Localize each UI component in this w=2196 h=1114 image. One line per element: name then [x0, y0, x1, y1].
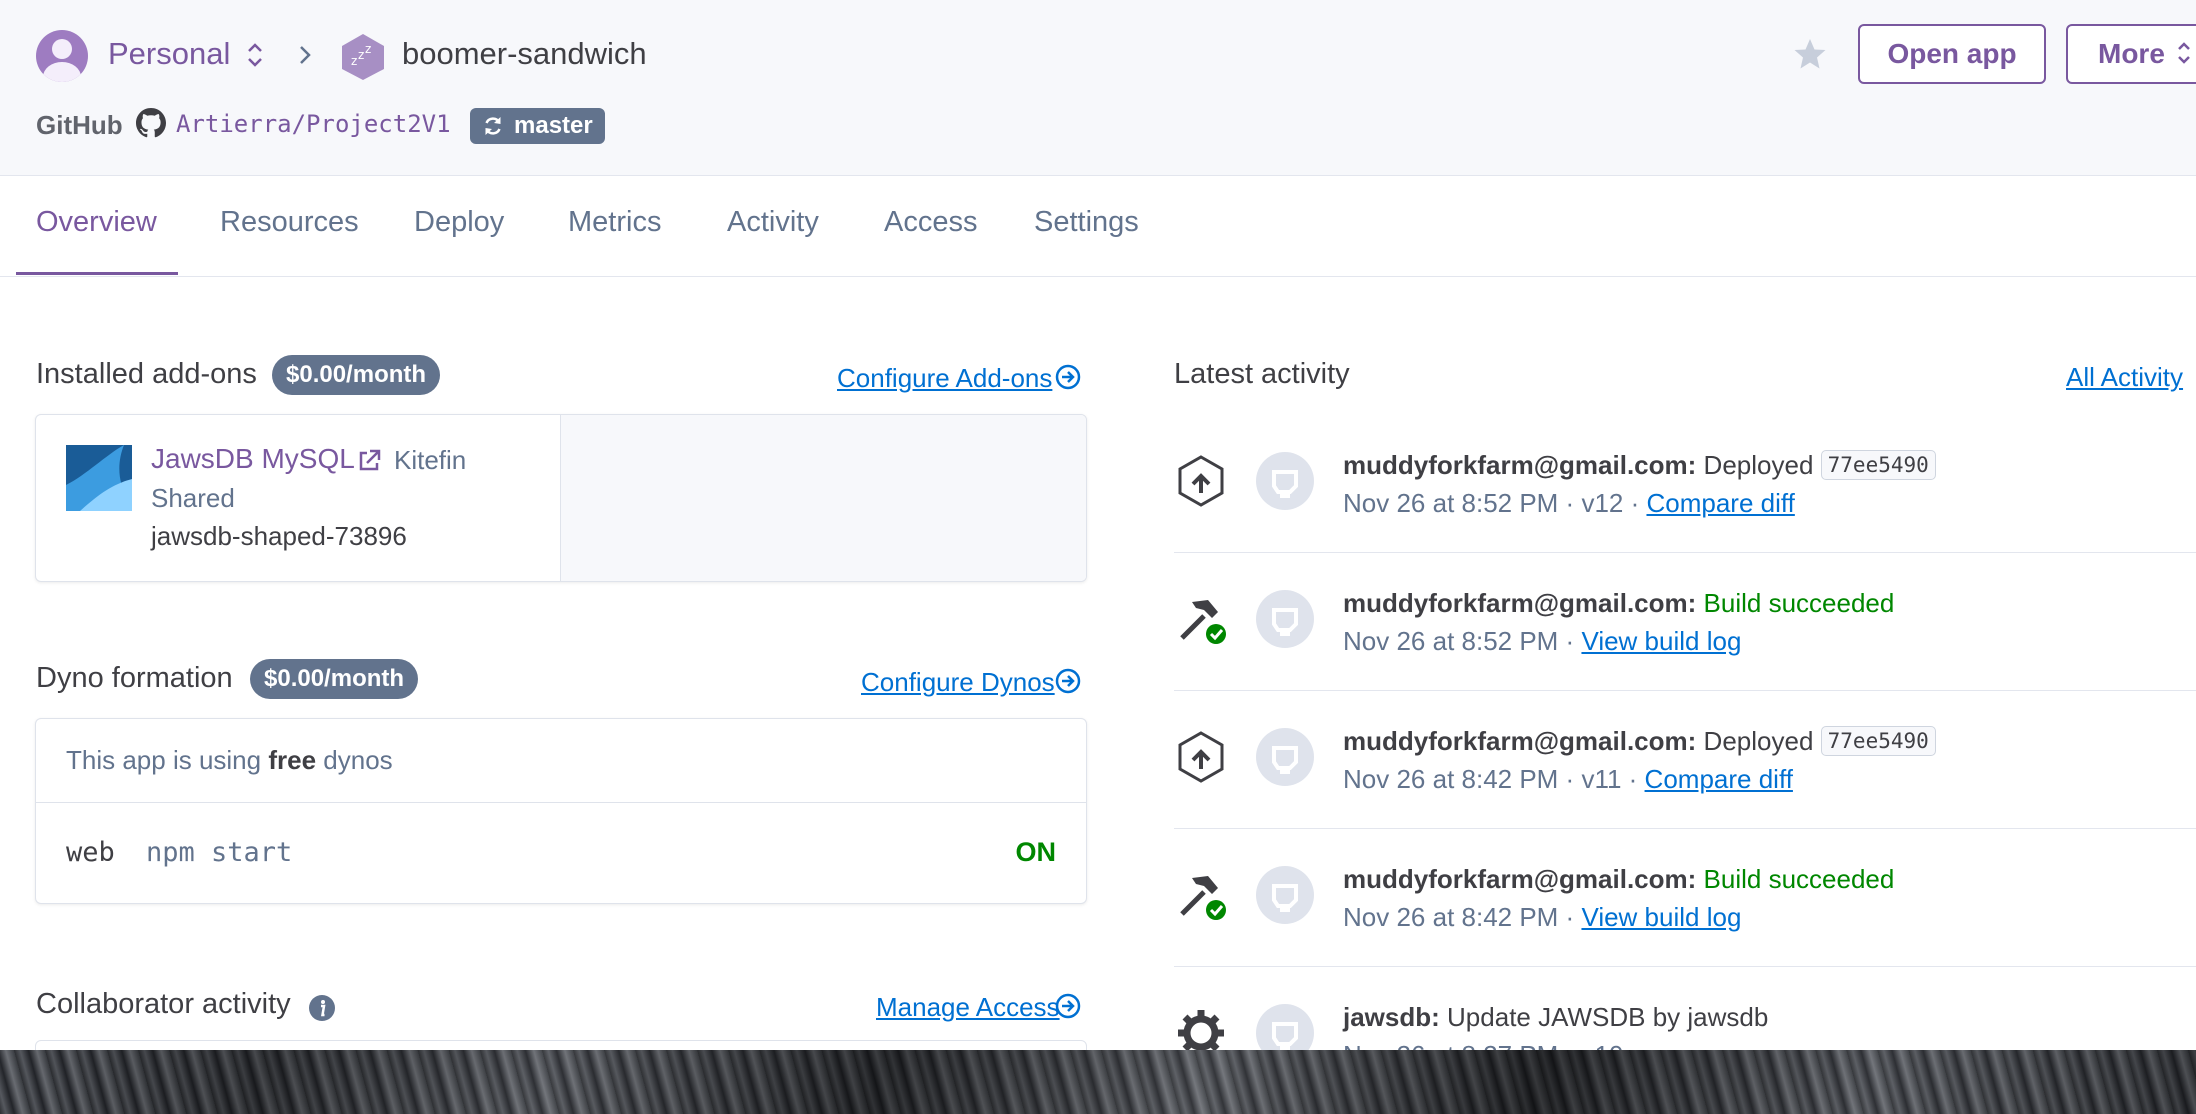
external-link-icon[interactable]: [356, 448, 382, 474]
user-avatar: [1256, 452, 1314, 510]
addon-empty-slot: [560, 415, 1086, 581]
build-icon: [1180, 600, 1226, 644]
view-build-log-link[interactable]: View build log: [1581, 626, 1741, 656]
more-button[interactable]: More: [2066, 24, 2196, 84]
activity-summary: muddyforkfarm@gmail.com: Deployed 77ee54…: [1343, 450, 1936, 481]
jawsdb-logo-icon: [66, 445, 132, 511]
activity-meta: Nov 26 at 8:42 PM · v11 · Compare diff: [1343, 764, 1793, 794]
user-avatar: [1256, 1004, 1314, 1050]
app-window: Personal z z z boomer-sandwich Open app …: [0, 0, 2196, 1050]
user-avatar: [1256, 728, 1314, 786]
addon-name-link[interactable]: JawsDB MySQL: [151, 443, 355, 475]
activity-row: muddyforkfarm@gmail.com: Build succeeded…: [1174, 552, 2196, 691]
activity-row: muddyforkfarm@gmail.com: Deployed 77ee54…: [1174, 690, 2196, 829]
addon-card: JawsDB MySQL Kitefin Shared jawsdb-shape…: [35, 414, 1087, 582]
arrow-circle-right-icon[interactable]: [1055, 668, 1081, 694]
updown-chevron-icon: [2178, 42, 2190, 64]
tab-metrics[interactable]: Metrics: [568, 206, 661, 239]
deploy-icon: [1178, 731, 1224, 783]
arrow-circle-right-icon[interactable]: [1055, 364, 1081, 390]
deploy-icon: [1178, 455, 1224, 507]
active-tab-indicator: [16, 272, 178, 275]
user-avatar: [1256, 866, 1314, 924]
activity-summary: jawsdb: Update JAWSDB by jawsdb: [1343, 1002, 1769, 1032]
addon-plan-tier: Shared: [151, 483, 235, 513]
github-repo-link[interactable]: Artierra/Project2V1: [176, 110, 451, 138]
gear-icon: [1178, 1010, 1224, 1050]
divider: [36, 802, 1086, 803]
github-label: GitHub: [36, 110, 123, 140]
collaborator-card: [35, 1040, 1087, 1050]
tab-resources[interactable]: Resources: [220, 206, 359, 239]
commit-sha: 77ee5490: [1820, 450, 1936, 480]
activity-meta: Nov 26 at 8:52 PM · v12 · Compare diff: [1343, 488, 1795, 518]
open-app-button[interactable]: Open app: [1858, 24, 2046, 84]
activity-row: muddyforkfarm@gmail.com: Build succeeded…: [1174, 828, 2196, 967]
favorite-star-icon[interactable]: [1792, 36, 1828, 72]
branch-badge: master: [470, 108, 605, 144]
view-build-log-link[interactable]: View build log: [1581, 902, 1741, 932]
dyno-tier-note: This app is using free dynos: [66, 745, 393, 775]
svg-text:z: z: [365, 42, 371, 56]
compare-diff-link[interactable]: Compare diff: [1646, 488, 1794, 518]
chevron-right-icon: [300, 46, 311, 64]
addons-title: Installed add-ons: [36, 358, 257, 390]
dyno-command: npm start: [146, 837, 293, 868]
dyno-cost-badge: $0.00/month: [250, 659, 419, 699]
dyno-title: Dyno formation: [36, 662, 233, 694]
collaborator-title: Collaborator activity: [36, 988, 291, 1020]
github-icon: [136, 108, 166, 138]
tab-activity[interactable]: Activity: [727, 206, 819, 239]
tab-deploy[interactable]: Deploy: [414, 206, 504, 239]
user-avatar: [1256, 590, 1314, 648]
dyno-card: This app is using free dynos web npm sta…: [35, 718, 1087, 904]
configure-dynos-link[interactable]: Configure Dynos: [861, 667, 1055, 698]
sync-icon: [485, 117, 501, 135]
branch-name: master: [514, 112, 593, 139]
configure-addons-link[interactable]: Configure Add-ons: [837, 363, 1052, 394]
more-button-label: More: [2098, 38, 2165, 69]
activity-meta: Nov 26 at 8:42 PM · View build log: [1343, 902, 1742, 932]
activity-row: jawsdb: Update JAWSDB by jawsdb Nov 26 a…: [1174, 966, 2196, 1050]
desktop-wallpaper: [0, 1050, 2196, 1114]
activity-meta: Nov 26 at 8:37 PM · v10: [1343, 1040, 1623, 1050]
nav-tabs: Overview Resources Deploy Metrics Activi…: [0, 176, 2196, 277]
user-avatar[interactable]: [36, 30, 88, 82]
addons-cost-badge: $0.00/month: [272, 355, 441, 395]
dyno-status: ON: [1015, 837, 1057, 867]
compare-diff-link[interactable]: Compare diff: [1645, 764, 1793, 794]
build-icon: [1180, 876, 1226, 920]
activity-summary: muddyforkfarm@gmail.com: Build succeeded: [1343, 588, 1895, 618]
svg-text:z: z: [358, 48, 364, 62]
info-icon[interactable]: [308, 994, 336, 1022]
sleeping-app-icon: z z z: [342, 34, 384, 80]
tab-overview[interactable]: Overview: [36, 206, 157, 239]
addon-attachment-name: jawsdb-shaped-73896: [151, 521, 407, 551]
activity-row: muddyforkfarm@gmail.com: Deployed 77ee54…: [1174, 414, 2196, 553]
arrow-circle-right-icon[interactable]: [1055, 993, 1081, 1019]
manage-access-link[interactable]: Manage Access: [876, 992, 1060, 1023]
tab-settings[interactable]: Settings: [1034, 206, 1139, 239]
updown-chevron-icon[interactable]: [246, 40, 264, 70]
tab-access[interactable]: Access: [884, 206, 977, 239]
activity-meta: Nov 26 at 8:52 PM · View build log: [1343, 626, 1742, 656]
svg-text:z: z: [351, 54, 357, 68]
activity-summary: muddyforkfarm@gmail.com: Build succeeded: [1343, 864, 1895, 894]
team-switcher[interactable]: Personal: [108, 36, 230, 72]
app-header: Personal z z z boomer-sandwich Open app …: [0, 0, 2196, 176]
dyno-process-type: web: [66, 837, 115, 868]
app-name: boomer-sandwich: [402, 36, 647, 71]
activity-summary: muddyforkfarm@gmail.com: Deployed 77ee54…: [1343, 726, 1936, 757]
all-activity-link[interactable]: All Activity: [2066, 362, 2183, 393]
activity-title: Latest activity: [1174, 358, 1350, 390]
addon-plan: Kitefin: [394, 445, 467, 475]
commit-sha: 77ee5490: [1820, 726, 1936, 756]
